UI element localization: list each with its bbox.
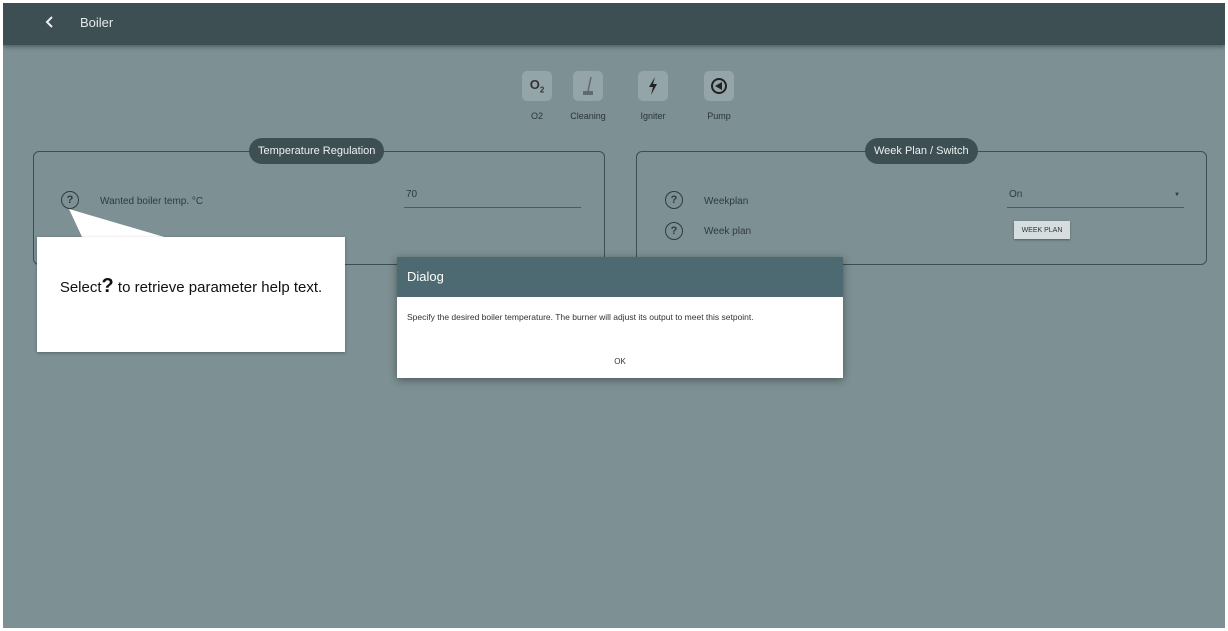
dropdown-arrow-icon: ▼ [1174, 192, 1180, 198]
device-cleaning[interactable]: Cleaning [558, 71, 618, 121]
callout-text: Select? to retrieve parameter help text. [37, 275, 345, 299]
top-bar: Boiler [3, 3, 1225, 45]
ok-button[interactable]: OK [599, 352, 641, 370]
callout-question-symbol: ? [101, 275, 114, 297]
chevron-left-icon[interactable] [39, 12, 61, 34]
help-icon[interactable]: ? [665, 222, 683, 240]
help-dialog: Dialog Specify the desired boiler temper… [397, 257, 843, 378]
device-igniter[interactable]: Igniter [623, 71, 683, 121]
panel-title: Temperature Regulation [249, 138, 385, 164]
boiler-temp-input[interactable]: 70 [404, 189, 581, 208]
week-plan-label: Week plan [704, 226, 752, 237]
device-label: Igniter [640, 111, 666, 121]
week-plan-panel: Week Plan / Switch ? Weekplan On ▼ ? Wee… [636, 138, 1207, 265]
callout-text-before: Select [59, 279, 102, 296]
dialog-title: Dialog [397, 257, 843, 297]
callout-pointer [69, 209, 171, 239]
parameter-label: Wanted boiler temp. °C [100, 196, 204, 207]
weekplan-value: On [1009, 189, 1023, 200]
dialog-message: Specify the desired boiler temperature. … [407, 312, 754, 322]
help-icon[interactable]: ? [665, 191, 683, 209]
weekplan-label: Weekplan [704, 196, 749, 207]
page-title: Boiler [80, 15, 114, 30]
device-label: Pump [707, 111, 731, 121]
boiler-screen: Boiler O2 O2 Cleaning Igniter Pump Tempe… [3, 3, 1225, 628]
broom-icon [573, 71, 603, 101]
week-plan-button[interactable]: WEEK PLAN [1014, 221, 1070, 239]
lightning-icon [638, 71, 668, 101]
help-callout: Select? to retrieve parameter help text. [37, 237, 345, 352]
device-pump[interactable]: Pump [689, 71, 749, 121]
weekplan-select[interactable]: On ▼ [1007, 189, 1184, 208]
device-label: Cleaning [570, 111, 606, 121]
panel-title: Week Plan / Switch [865, 138, 978, 164]
o2-icon: O2 [522, 71, 552, 101]
pump-icon [704, 71, 734, 101]
callout-text-after: to retrieve parameter help text. [113, 279, 323, 296]
